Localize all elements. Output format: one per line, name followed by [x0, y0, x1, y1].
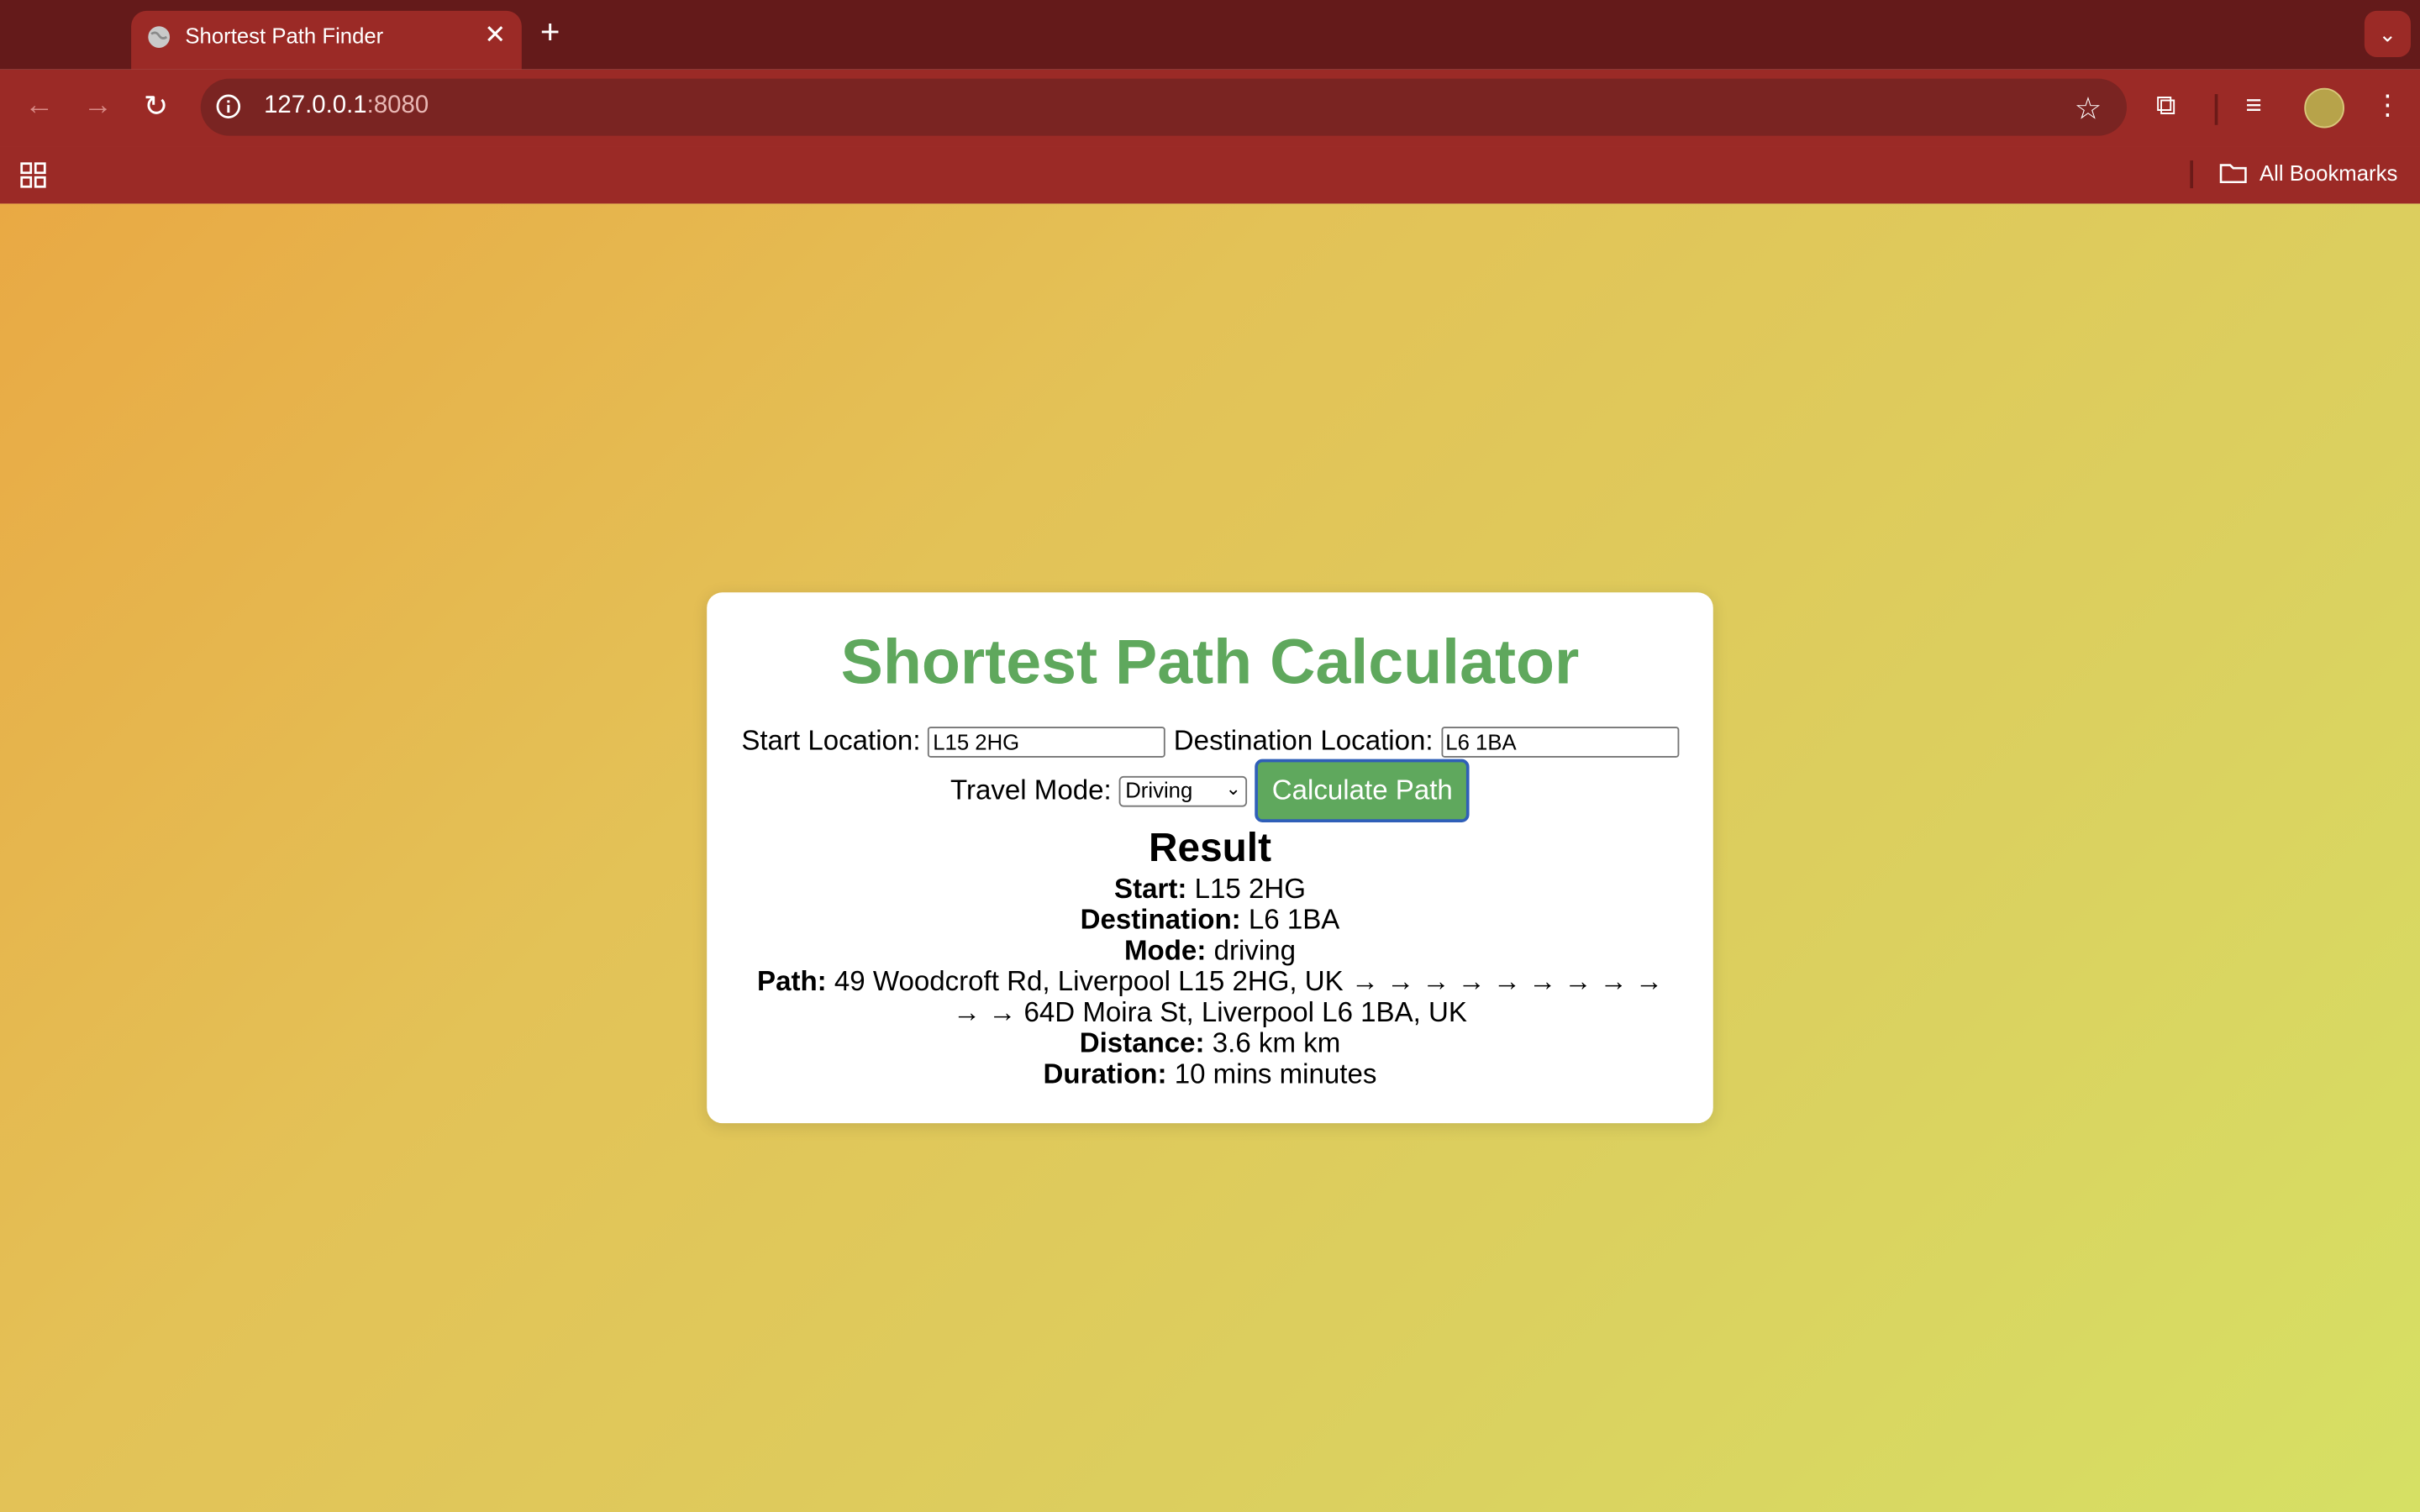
toolbar: ← → ↻ 127.0.0.1:8080 ☆ ⧉ ≡ ⋮ [0, 69, 2420, 147]
result-destination: Destination: L6 1BA [707, 904, 1713, 935]
start-location-input[interactable] [928, 727, 1166, 758]
result-heading: Result [1149, 823, 1271, 870]
star-icon[interactable]: ☆ [2075, 90, 2102, 129]
tab-strip: Shortest Path Finder ✕ + ⌄ [0, 0, 2420, 70]
result-mode-label: Mode: [1124, 935, 1207, 966]
result-start-value: L15 2HG [1194, 873, 1306, 905]
toolbar-divider [2214, 94, 2218, 125]
forward-button[interactable]: → [83, 90, 113, 123]
chevron-down-icon: ⌄ [2378, 20, 2397, 46]
mode-row: Travel Mode: Driving ⌄ Calculate Path [707, 759, 1713, 822]
all-bookmarks-label: All Bookmarks [2259, 160, 2398, 186]
address-bar[interactable]: 127.0.0.1:8080 ☆ [200, 78, 2128, 136]
globe-icon [148, 26, 171, 48]
location-row: Start Location: Destination Location: [707, 725, 1713, 758]
tab-title: Shortest Path Finder [185, 23, 384, 48]
result-duration: Duration: 10 mins minutes [707, 1058, 1713, 1089]
close-icon[interactable]: ✕ [484, 20, 506, 51]
result-distance: Distance: 3.6 km km [707, 1027, 1713, 1058]
result-mode-value: driving [1213, 935, 1296, 966]
folder-icon [2219, 164, 2247, 184]
calculator-card: Shortest Path Calculator Start Location:… [707, 592, 1713, 1124]
bookmarks-bar: All Bookmarks [0, 146, 2420, 204]
profile-avatar[interactable] [2304, 87, 2345, 129]
chevron-down-icon: ⌄ [1225, 776, 1241, 799]
result-destination-label: Destination: [1080, 904, 1241, 936]
result-start: Start: L15 2HG [707, 874, 1713, 905]
page-content: Shortest Path Calculator Start Location:… [0, 203, 2420, 1512]
result-duration-label: Duration: [1043, 1058, 1167, 1089]
tab-active[interactable]: Shortest Path Finder ✕ [131, 10, 522, 70]
result-duration-value: 10 mins minutes [1174, 1058, 1377, 1089]
all-bookmarks-button[interactable]: All Bookmarks [2219, 160, 2397, 185]
result-distance-value: 3.6 km km [1212, 1027, 1341, 1059]
result-mode: Mode: driving [707, 935, 1713, 966]
page-title: Shortest Path Calculator [840, 626, 1580, 698]
result-path-value: 49 Woodcroft Rd, Liverpool L15 2HG, UK →… [834, 965, 1663, 1028]
media-control-icon[interactable]: ≡ [2245, 90, 2261, 123]
tab-search-button[interactable]: ⌄ [2364, 10, 2411, 57]
browser-window: Shortest Path Finder ✕ + ⌄ ← → ↻ 127.0.0… [0, 0, 2420, 1512]
result-path-label: Path: [757, 965, 827, 997]
result-destination-value: L6 1BA [1248, 904, 1340, 936]
result-path: Path: 49 Woodcroft Rd, Liverpool L15 2HG… [750, 966, 1670, 1027]
travel-mode-label: Travel Mode: [950, 774, 1112, 806]
url-port: :8080 [366, 92, 429, 119]
start-location-label: Start Location: [741, 725, 921, 757]
extensions-icon[interactable]: ⧉ [2156, 90, 2176, 123]
back-button[interactable]: ← [24, 90, 54, 123]
result-start-label: Start: [1114, 873, 1187, 905]
reload-button[interactable]: ↻ [144, 90, 168, 125]
url-host: 127.0.0.1 [264, 92, 367, 119]
apps-grid-icon[interactable] [20, 162, 46, 188]
destination-location-label: Destination Location: [1173, 725, 1434, 757]
info-icon[interactable] [216, 94, 241, 118]
result-distance-label: Distance: [1079, 1027, 1205, 1059]
bookmarks-divider [2190, 160, 2194, 189]
calculate-path-button[interactable]: Calculate Path [1255, 759, 1470, 822]
url-text: 127.0.0.1:8080 [264, 92, 429, 120]
more-menu-icon[interactable]: ⋮ [2374, 90, 2402, 123]
destination-location-input[interactable] [1440, 727, 1679, 758]
travel-mode-value: Driving [1125, 776, 1193, 802]
new-tab-button[interactable]: + [540, 13, 560, 53]
travel-mode-select[interactable]: Driving ⌄ [1118, 774, 1248, 806]
